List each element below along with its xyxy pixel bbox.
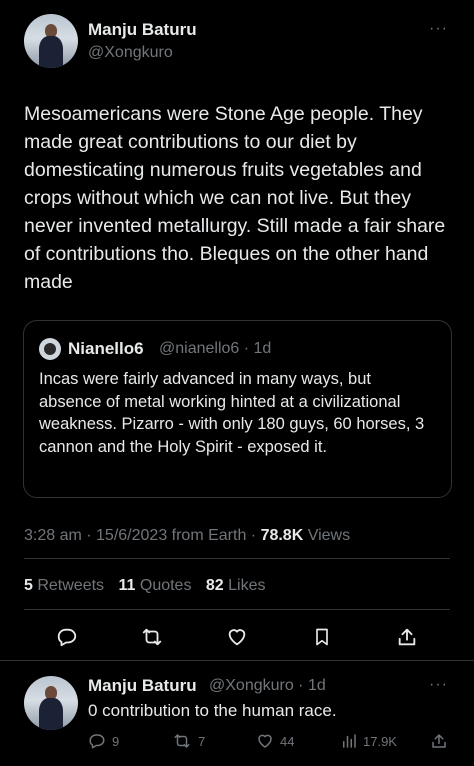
- likes-count: 82: [205, 577, 224, 594]
- like-icon[interactable]: [226, 626, 248, 648]
- share-icon[interactable]: [396, 626, 418, 648]
- quotes-label: Quotes: [135, 577, 192, 594]
- retweet-icon: [172, 732, 192, 750]
- reply-author-meta[interactable]: @Xongkuro · 1d: [209, 677, 326, 695]
- quote-author-avatar: [39, 338, 61, 360]
- timestamp: 3:28 am · 15/6/2023 from Earth ·: [24, 527, 261, 544]
- stats-row: 5 Retweets 11 Quotes 82 Likes: [24, 577, 266, 595]
- views-count: 78.8K: [260, 527, 304, 544]
- reply-like-action[interactable]: 44: [256, 732, 294, 750]
- reply-reply-action[interactable]: 9: [88, 732, 119, 750]
- quote-author-meta: @nianello6 · 1d: [159, 340, 272, 357]
- views-icon: [340, 732, 358, 750]
- likes-stat[interactable]: 82 Likes: [206, 577, 266, 594]
- reply-icon: [88, 732, 106, 750]
- views-label: Views: [303, 527, 351, 544]
- view-count: 17.9K: [363, 733, 397, 749]
- quote-text: Incas were fairly advanced in many ways,…: [39, 370, 425, 456]
- quoted-tweet[interactable]: Nianello6 @nianello6 · 1d Incas were fai…: [23, 320, 452, 498]
- bookmark-icon[interactable]: [312, 626, 332, 648]
- reply-author-avatar[interactable]: [24, 676, 78, 730]
- reply-icon[interactable]: [56, 626, 78, 648]
- reply-retweet-action[interactable]: 7: [172, 732, 205, 750]
- divider: [24, 609, 450, 610]
- author-handle[interactable]: @Xongkuro: [88, 44, 173, 62]
- retweet-count: 7: [198, 733, 206, 749]
- author-avatar[interactable]: [24, 14, 78, 68]
- reply-count: 9: [112, 733, 120, 749]
- reply-author-name[interactable]: Manju Baturu: [88, 676, 197, 696]
- quotes-stat[interactable]: 11 Quotes: [119, 577, 192, 594]
- quote-author-name: Nianello6: [68, 339, 144, 358]
- retweets-count: 5: [24, 577, 33, 594]
- retweets-stat[interactable]: 5 Retweets: [24, 577, 104, 594]
- tweet-meta: 3:28 am · 15/6/2023 from Earth · 78.8K V…: [24, 527, 350, 545]
- reply-more-options-icon[interactable]: ···: [429, 676, 448, 694]
- divider: [24, 558, 450, 559]
- like-count: 44: [280, 733, 295, 749]
- like-icon: [256, 732, 274, 750]
- divider: [0, 660, 474, 661]
- retweet-icon[interactable]: [140, 626, 164, 648]
- quotes-count: 11: [118, 577, 136, 594]
- likes-label: Likes: [223, 577, 266, 594]
- author-name[interactable]: Manju Baturu: [88, 20, 197, 40]
- reply-text: 0 contribution to the human race.: [88, 701, 337, 720]
- tweet-text: Mesoamericans were Stone Age people. The…: [24, 103, 446, 293]
- reply-views-action[interactable]: 17.9K: [340, 732, 397, 750]
- reply-share-icon[interactable]: [430, 732, 448, 750]
- more-options-icon[interactable]: ···: [429, 20, 448, 38]
- retweets-label: Retweets: [32, 577, 105, 594]
